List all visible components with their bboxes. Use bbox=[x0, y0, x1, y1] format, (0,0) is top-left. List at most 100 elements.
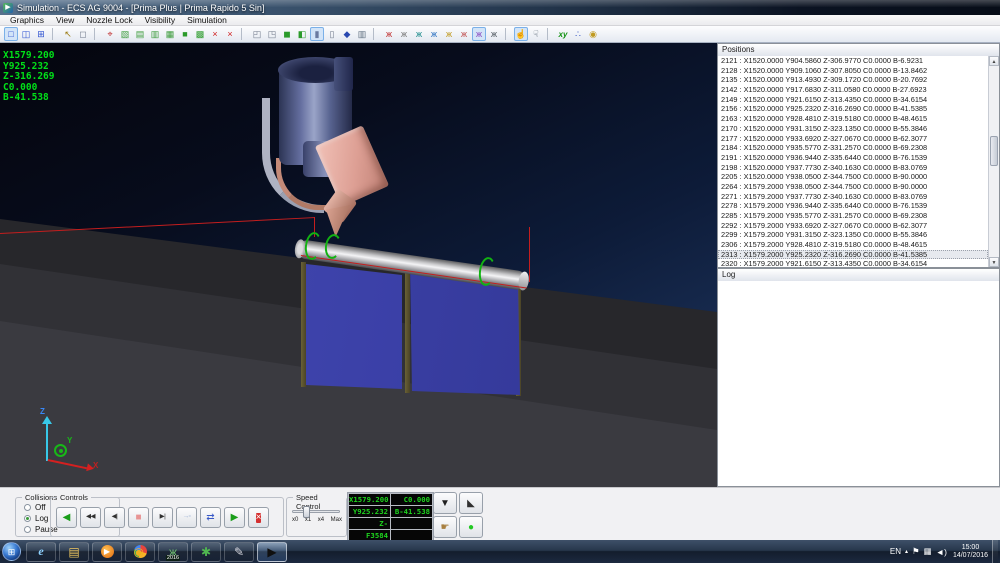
sim-actor-7-icon[interactable]: ж bbox=[472, 27, 486, 41]
tray-network-icon[interactable]: ▦ bbox=[924, 546, 932, 557]
positions-row[interactable]: 2149 : X1520.0000 Y921.6150 Z-313.4350 C… bbox=[718, 95, 988, 105]
taskbar-media-player[interactable]: ▶ bbox=[92, 542, 122, 562]
taskbar-app-settings[interactable]: ✱ bbox=[191, 542, 221, 562]
world-view-icon[interactable]: ◉ bbox=[586, 27, 600, 41]
nozzle-down-button[interactable]: ▼ bbox=[433, 492, 457, 514]
menu-item[interactable]: View bbox=[50, 15, 80, 26]
play-button[interactable]: ▶ bbox=[224, 507, 245, 528]
taskbar-internet-explorer[interactable]: e bbox=[26, 542, 56, 562]
positions-row[interactable]: 2191 : X1520.0000 Y936.9440 Z-335.6440 C… bbox=[718, 153, 988, 163]
view-wire-icon[interactable]: ▩ bbox=[193, 27, 207, 41]
pick-hand-button[interactable]: ☛ bbox=[433, 516, 457, 538]
fast-reverse-button[interactable]: ◀◀ bbox=[80, 507, 101, 528]
abort-button[interactable]: × bbox=[248, 507, 269, 528]
step-forward-button[interactable]: ▶| bbox=[152, 507, 173, 528]
positions-list[interactable]: 2121 : X1520.0000 Y904.5860 Z-306.9770 C… bbox=[718, 56, 988, 267]
sim-actor-2-icon[interactable]: ж bbox=[397, 27, 411, 41]
show-tube-ghost-icon[interactable]: ▯ bbox=[325, 27, 339, 41]
view-iso-icon[interactable]: ▧ bbox=[118, 27, 132, 41]
select-cursor-icon[interactable]: ↖ bbox=[61, 27, 75, 41]
clamp-button[interactable]: ◣ bbox=[459, 492, 483, 514]
positions-row[interactable]: 2163 : X1520.0000 Y928.4810 Z-319.5180 C… bbox=[718, 114, 988, 124]
positions-row[interactable]: 2184 : X1520.0000 Y935.5770 Z-331.2570 C… bbox=[718, 143, 988, 153]
positions-row[interactable]: 2285 : X1579.2000 Y935.5770 Z-331.2570 C… bbox=[718, 211, 988, 221]
run-options-button[interactable]: ⇄ bbox=[200, 507, 221, 528]
language-indicator[interactable]: EN bbox=[890, 547, 901, 556]
sim-actor-6-icon[interactable]: ж bbox=[457, 27, 471, 41]
pick-options-icon[interactable]: ☟ bbox=[529, 27, 543, 41]
positions-row[interactable]: 2320 : X1579.2000 Y921.6150 Z-313.4350 C… bbox=[718, 259, 988, 267]
show-desktop-button[interactable] bbox=[992, 540, 998, 563]
menu-item[interactable]: Graphics bbox=[4, 15, 50, 26]
jump-next-op-button[interactable]: →▫ bbox=[176, 507, 197, 528]
positions-row[interactable]: 2306 : X1579.2000 Y928.4810 Z-319.5180 C… bbox=[718, 240, 988, 250]
sim-actor-5-icon[interactable]: ж bbox=[442, 27, 456, 41]
scroll-up-button[interactable]: ▲ bbox=[989, 56, 999, 66]
scroll-down-button[interactable]: ▼ bbox=[989, 257, 999, 267]
sim-actor-4-icon[interactable]: ж bbox=[427, 27, 441, 41]
layout-quad-icon[interactable]: ⊞ bbox=[34, 27, 48, 41]
positions-row[interactable]: 2156 : X1520.0000 Y925.2320 Z-316.2690 C… bbox=[718, 104, 988, 114]
taskbar-chrome[interactable]: ◉ bbox=[125, 542, 155, 562]
stop-button[interactable]: ■ bbox=[128, 507, 149, 528]
taskbar-clock[interactable]: 15:00 14/07/2016 bbox=[953, 544, 988, 560]
taskbar-explorer[interactable]: ▤ bbox=[59, 542, 89, 562]
show-machine-icon[interactable]: ◰ bbox=[250, 27, 264, 41]
positions-row[interactable]: 2278 : X1579.2000 Y936.9440 Z-335.6440 C… bbox=[718, 201, 988, 211]
measure-xy-icon[interactable]: xy bbox=[556, 27, 570, 41]
speed-slider-handle[interactable] bbox=[303, 506, 310, 518]
positions-row[interactable]: 2142 : X1520.0000 Y917.6830 Z-311.0580 C… bbox=[718, 85, 988, 95]
origin-axes-icon[interactable]: ⌖ bbox=[103, 27, 117, 41]
view-front-icon[interactable]: ▥ bbox=[148, 27, 162, 41]
cursor-page-icon[interactable]: ◻ bbox=[76, 27, 90, 41]
show-part-icon[interactable]: ◧ bbox=[295, 27, 309, 41]
pick-pointer-icon[interactable]: ☝ bbox=[514, 27, 528, 41]
show-tube-icon[interactable]: ▮ bbox=[310, 27, 324, 41]
positions-row[interactable]: 2299 : X1579.2000 Y931.3150 Z-323.1350 C… bbox=[718, 230, 988, 240]
taskbar-app-design[interactable]: ✎ bbox=[224, 542, 254, 562]
viewport-3d[interactable]: X1579.200Y925.232Z-316.269C0.000B-41.538… bbox=[0, 43, 717, 487]
scroll-thumb[interactable] bbox=[990, 136, 998, 166]
taskbar-simulation[interactable]: ▶ bbox=[257, 542, 287, 562]
menu-item[interactable]: Nozzle Lock bbox=[80, 15, 138, 26]
show-hidden-icons[interactable]: ▴ bbox=[905, 548, 908, 555]
show-fixtures-icon[interactable]: ◳ bbox=[265, 27, 279, 41]
tray-volume-icon[interactable]: ◄) bbox=[936, 547, 947, 557]
collision-shield-icon[interactable]: ◆ bbox=[340, 27, 354, 41]
sim-actor-3-icon[interactable]: ж bbox=[412, 27, 426, 41]
material-bin-icon[interactable]: ▥ bbox=[355, 27, 369, 41]
view-side-icon[interactable]: ▦ bbox=[163, 27, 177, 41]
step-reverse-button[interactable]: ◀| bbox=[104, 507, 125, 528]
view-top-icon[interactable]: ▤ bbox=[133, 27, 147, 41]
start-button[interactable]: ⊞ bbox=[2, 542, 21, 561]
positions-row[interactable]: 2313 : X1579.2000 Y925.2320 Z-316.2690 C… bbox=[718, 250, 988, 260]
remove-all-views-icon[interactable]: × bbox=[223, 27, 237, 41]
show-stock-icon[interactable]: ◼ bbox=[280, 27, 294, 41]
taskbar-app-2016[interactable]: ж 2016 bbox=[158, 542, 188, 562]
cycle-indicator[interactable]: ● bbox=[459, 516, 483, 538]
positions-row[interactable]: 2177 : X1520.0000 Y933.6920 Z-327.0670 C… bbox=[718, 134, 988, 144]
positions-row[interactable]: 2170 : X1520.0000 Y931.3150 Z-323.1350 C… bbox=[718, 124, 988, 134]
positions-row[interactable]: 2121 : X1520.0000 Y904.5860 Z-306.9770 C… bbox=[718, 56, 988, 66]
window-titlebar[interactable]: ▶ Simulation - ECS AG 9004 - [Prima Plus… bbox=[0, 0, 1000, 15]
collision-points-icon[interactable]: ∴ bbox=[571, 27, 585, 41]
view-shaded-icon[interactable]: ■ bbox=[178, 27, 192, 41]
positions-row[interactable]: 2198 : X1520.0000 Y937.7730 Z-340.1630 C… bbox=[718, 163, 988, 173]
positions-row[interactable]: 2128 : X1520.0000 Y909.1060 Z-307.8050 C… bbox=[718, 66, 988, 76]
speed-slider-track[interactable] bbox=[292, 510, 340, 513]
menu-item[interactable]: Simulation bbox=[181, 15, 233, 26]
positions-scrollbar[interactable]: ▲ ▼ bbox=[988, 56, 999, 267]
positions-row[interactable]: 2292 : X1579.2000 Y933.6920 Z-327.0670 C… bbox=[718, 221, 988, 231]
remove-view-icon[interactable]: × bbox=[208, 27, 222, 41]
sim-actor-1-icon[interactable]: ж bbox=[382, 27, 396, 41]
play-reverse-button[interactable]: ◀ bbox=[56, 507, 77, 528]
tray-action-center-icon[interactable]: ⚑ bbox=[912, 546, 920, 557]
menu-item[interactable]: Visibility bbox=[139, 15, 182, 26]
sim-actor-8-icon[interactable]: ж bbox=[487, 27, 501, 41]
positions-row[interactable]: 2205 : X1520.0000 Y938.0500 Z-344.7500 C… bbox=[718, 172, 988, 182]
layout-single-icon[interactable]: □ bbox=[4, 27, 18, 41]
positions-row[interactable]: 2271 : X1579.2000 Y937.7730 Z-340.1630 C… bbox=[718, 192, 988, 202]
positions-row[interactable]: 2135 : X1520.0000 Y913.4930 Z-309.1720 C… bbox=[718, 75, 988, 85]
positions-row[interactable]: 2264 : X1579.2000 Y938.0500 Z-344.7500 C… bbox=[718, 182, 988, 192]
layout-split-icon[interactable]: ◫ bbox=[19, 27, 33, 41]
